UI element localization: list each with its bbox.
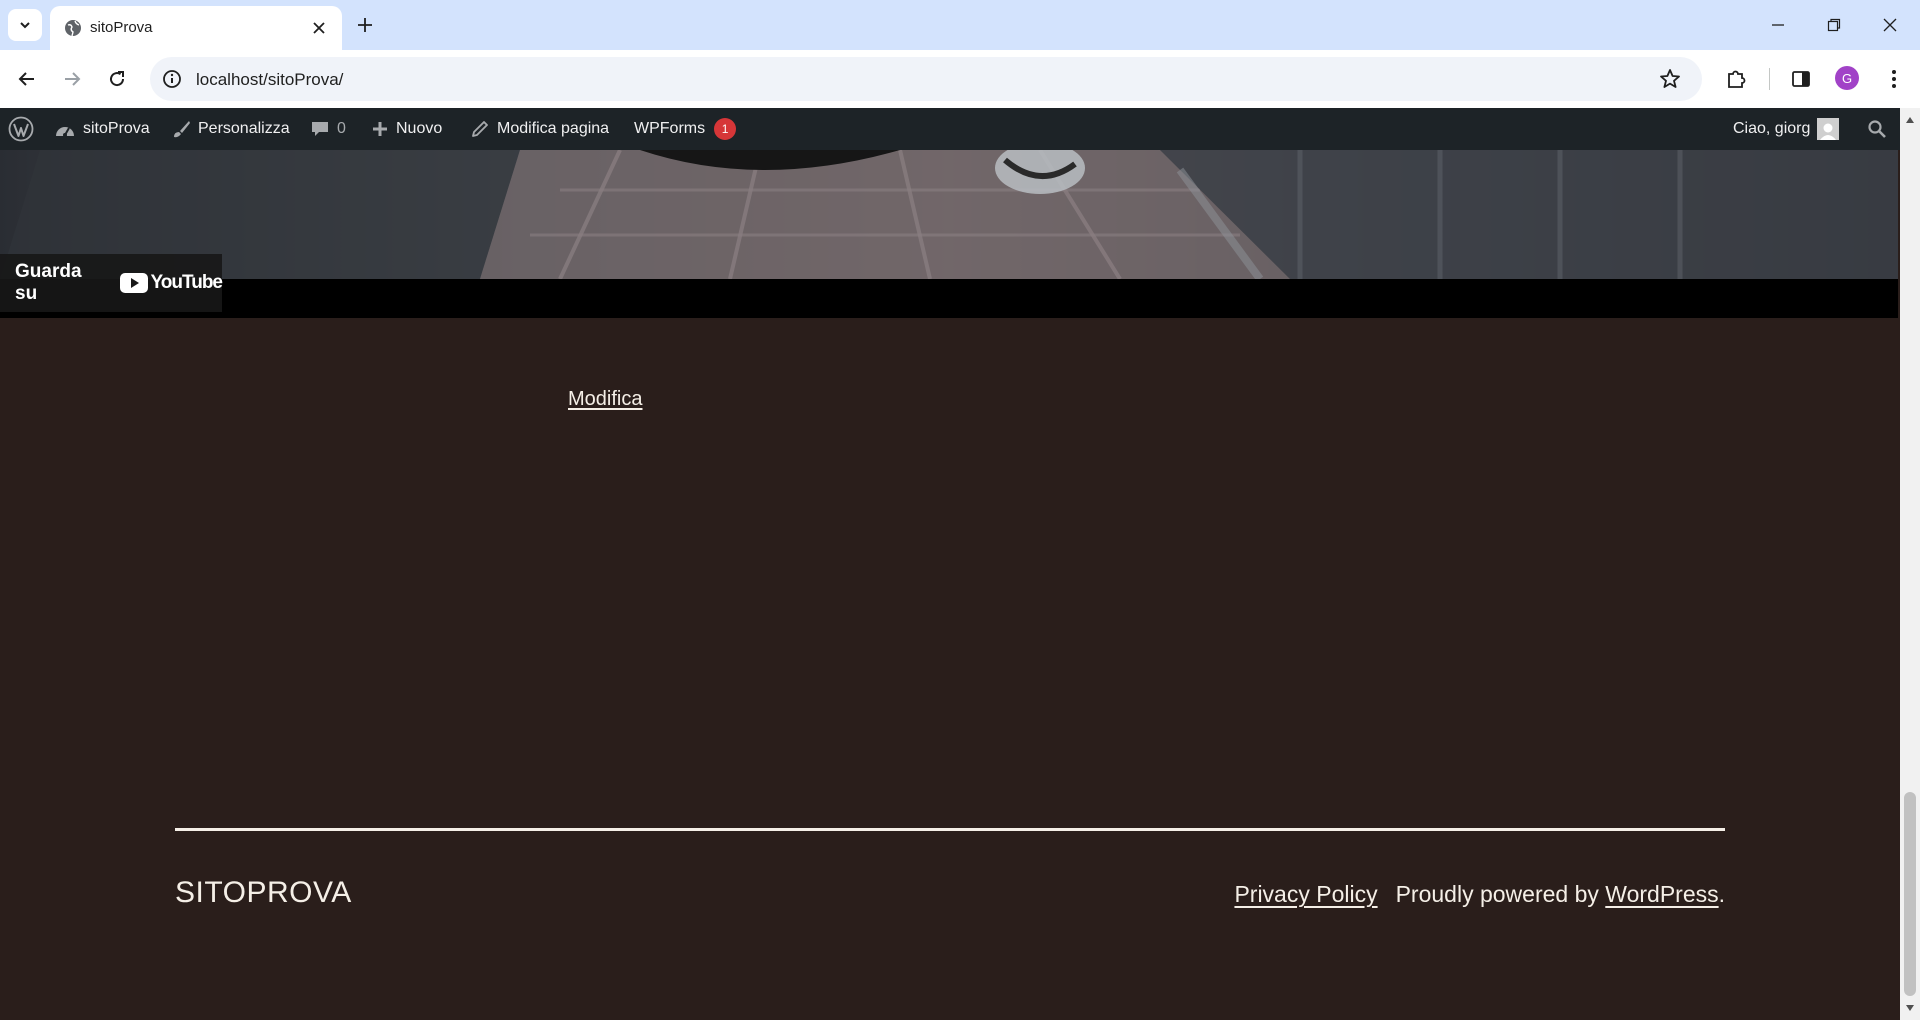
youtube-embed[interactable]: Guarda su YouTube (0, 150, 1898, 318)
site-name-menu[interactable]: sitoProva (54, 108, 150, 150)
comments-count: 0 (337, 120, 346, 137)
close-icon (313, 22, 325, 34)
youtube-play-icon (119, 273, 148, 293)
browser-menu-button[interactable] (1880, 65, 1908, 93)
wp-admin-bar: sitoProva Personalizza 0 Nuovo Modifica … (0, 108, 1900, 150)
edit-page-menu[interactable]: Modifica pagina (470, 108, 609, 150)
greeting-label: Ciao, giorg (1733, 120, 1811, 137)
site-name-label: sitoProva (83, 120, 150, 137)
scroll-up-button[interactable] (1900, 112, 1920, 128)
url-text[interactable]: localhost/sitoProva/ (196, 70, 343, 90)
powered-by-text: Proudly powered by (1395, 881, 1606, 907)
privacy-policy-link[interactable]: Privacy Policy (1234, 881, 1377, 907)
plus-icon (371, 120, 389, 138)
triangle-up-icon (1906, 117, 1914, 123)
comment-icon (310, 119, 330, 139)
powered-by-period: . (1718, 881, 1725, 907)
bookmark-star-icon[interactable] (1658, 67, 1682, 91)
side-panel-icon (1792, 71, 1810, 87)
user-silhouette-icon (1820, 123, 1837, 140)
wpforms-label: WPForms (634, 120, 706, 137)
wp-logo-menu[interactable] (8, 108, 34, 150)
minimize-icon (1772, 24, 1784, 26)
wpforms-menu[interactable]: WPForms 1 (634, 108, 737, 150)
reload-button[interactable] (101, 63, 133, 95)
toolbar-divider (1769, 68, 1770, 90)
edit-page-label: Modifica pagina (497, 120, 610, 137)
close-icon (1883, 18, 1897, 32)
scroll-down-button[interactable] (1900, 1000, 1920, 1016)
search-icon (1868, 120, 1886, 138)
scrollbar-thumb[interactable] (1904, 792, 1916, 996)
tab-title: sitoProva (90, 19, 153, 36)
customize-menu[interactable]: Personalizza (171, 108, 290, 150)
watch-on-label: Guarda su (15, 261, 82, 304)
profile-avatar[interactable]: G (1835, 66, 1859, 90)
puzzle-icon (1728, 70, 1746, 88)
tab-search-button[interactable] (8, 9, 42, 41)
new-content-menu[interactable]: Nuovo (371, 108, 442, 150)
youtube-logo: YouTube (119, 272, 223, 294)
chevron-down-icon (20, 22, 30, 29)
dashboard-icon (54, 120, 76, 138)
back-button[interactable] (11, 63, 43, 95)
info-icon[interactable] (162, 69, 182, 89)
new-tab-button[interactable] (352, 12, 378, 38)
customize-label: Personalizza (198, 120, 290, 137)
footer-site-title[interactable]: SITOPROVA (175, 876, 352, 910)
footer-separator (175, 828, 1725, 831)
address-bar[interactable]: localhost/sitoProva/ (150, 57, 1702, 101)
triangle-down-icon (1906, 1005, 1914, 1011)
extensions-button[interactable] (1722, 65, 1750, 93)
user-account-menu[interactable]: Ciao, giorg (1733, 108, 1840, 150)
browser-tab-active[interactable]: sitoProva (50, 6, 342, 50)
edit-link[interactable]: Modifica (568, 388, 642, 411)
kebab-menu-icon (1892, 70, 1896, 88)
wordpress-link[interactable]: WordPress (1605, 881, 1718, 907)
admin-search-button[interactable] (1867, 108, 1887, 150)
restore-button[interactable] (1806, 0, 1862, 50)
wordpress-logo-icon (8, 116, 34, 142)
restore-icon (1827, 18, 1841, 32)
new-label: Nuovo (396, 120, 443, 137)
minimize-button[interactable] (1750, 0, 1806, 50)
paintbrush-icon (171, 119, 191, 139)
reload-icon (110, 71, 125, 87)
browser-tabstrip: sitoProva (0, 0, 1920, 50)
plus-icon (358, 18, 372, 32)
notification-badge: 1 (714, 118, 737, 140)
forward-button[interactable] (56, 63, 88, 95)
comments-menu[interactable]: 0 (310, 108, 346, 150)
footer-credits: Privacy Policy Proudly powered by WordPre… (1234, 881, 1725, 908)
globe-icon (65, 20, 81, 37)
user-avatar (1817, 118, 1840, 140)
watch-on-youtube-button[interactable]: Guarda su YouTube (0, 254, 223, 312)
arrow-left-icon (18, 72, 34, 86)
youtube-wordmark: YouTube (150, 272, 223, 293)
pencil-icon (470, 119, 490, 139)
arrow-right-icon (65, 72, 81, 86)
tab-close-button[interactable] (308, 17, 330, 39)
video-scene-image (0, 150, 1898, 279)
browser-toolbar: localhost/sitoProva/ (0, 50, 1920, 108)
page-content: Guarda su YouTube Modifica SITOPROVA Pri… (0, 150, 1900, 1020)
side-panel-button[interactable] (1787, 65, 1815, 93)
close-window-button[interactable] (1862, 0, 1918, 50)
